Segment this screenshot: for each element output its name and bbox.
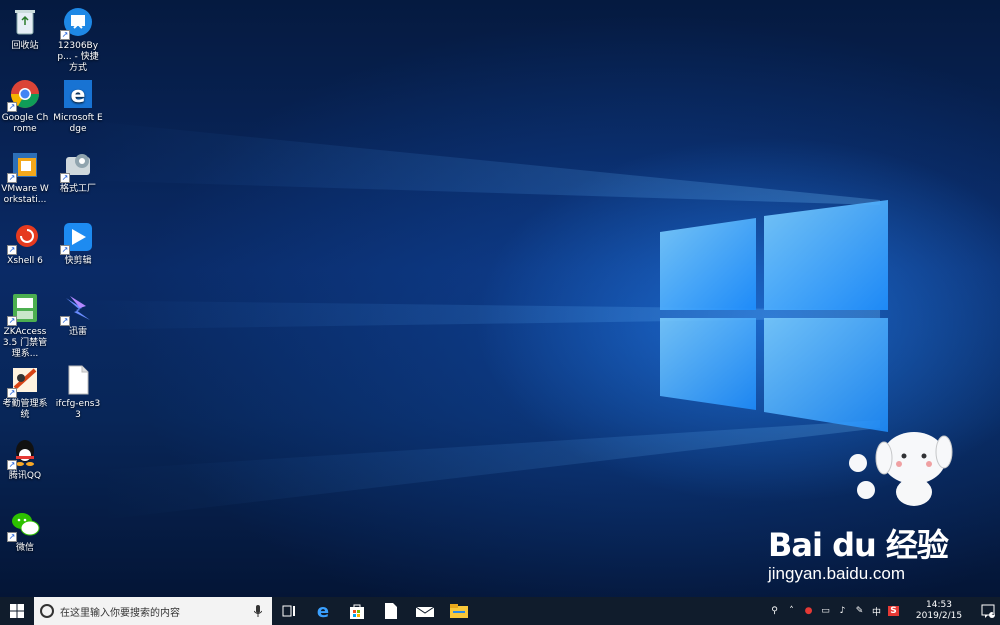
desktop-icon-chrome[interactable]: ↗ Google Chrome <box>0 78 50 135</box>
desktop-icon-format-factory[interactable]: ↗ 格式工厂 <box>53 149 103 195</box>
desktop-icon-kuaijianji[interactable]: ↗ 快剪辑 <box>53 221 103 267</box>
qq-icon: ↗ <box>7 436 41 470</box>
input-method-indicator[interactable]: 中 <box>868 597 885 625</box>
thunder-icon: ↗ <box>60 292 94 326</box>
file-explorer-icon <box>450 604 468 618</box>
recycle-bin-icon <box>9 6 41 38</box>
desktop-icon-ifcfg[interactable]: ifcfg-ens33 <box>53 364 103 421</box>
taskbar-mail[interactable] <box>408 597 442 625</box>
attendance-icon: ↗ <box>7 364 41 398</box>
notification-count: 1 <box>991 610 995 617</box>
zkaccess-icon: ↗ <box>7 292 41 326</box>
baidu-jingyan-watermark: Bai du 经验 jingyan.baidu.com <box>768 520 988 597</box>
taskbar-edge[interactable]: e <box>306 597 340 625</box>
dog-sticker <box>849 432 953 506</box>
clock-date: 2019/2/15 <box>915 611 963 621</box>
people-icon[interactable]: ⚲ <box>766 597 783 625</box>
taskbar: 在这里输入你要搜索的内容 e ⚲ ˄ ● ▭ ♪ ✎ 中 S 14:53 201… <box>0 597 1000 625</box>
taskbar-file[interactable] <box>374 597 408 625</box>
store-icon <box>350 604 364 619</box>
12306bypass-icon: ↗ <box>60 6 94 40</box>
clock[interactable]: 14:53 2019/2/15 <box>908 600 970 622</box>
desktop-icon-attendance[interactable]: ↗ 考勤管理系统 <box>0 364 50 421</box>
watermark-url: jingyan.baidu.com <box>768 564 906 583</box>
microphone-icon[interactable] <box>254 605 262 617</box>
system-tray: ⚲ ˄ ● ▭ ♪ ✎ 中 S 14:53 2019/2/15 1 <box>766 597 1000 625</box>
chrome-icon: ↗ <box>7 78 41 112</box>
file-icon <box>62 364 94 396</box>
file-icon <box>385 603 397 619</box>
edge-icon: e <box>62 78 94 110</box>
xshell-icon: ↗ <box>7 221 41 255</box>
task-view-icon <box>282 605 295 617</box>
desktop-icon-zkaccess[interactable]: ↗ ZKAccess3.5 门禁管理系... <box>0 292 50 360</box>
task-view-button[interactable] <box>272 597 306 625</box>
cortana-icon <box>40 604 54 618</box>
taskbar-search-box[interactable]: 在这里输入你要搜索的内容 <box>34 597 272 625</box>
start-button[interactable] <box>0 597 34 625</box>
search-placeholder: 在这里输入你要搜索的内容 <box>60 607 180 619</box>
chevron-up-icon[interactable]: ˄ <box>783 597 800 625</box>
desktop-icon-wechat[interactable]: ↗ 微信 <box>0 508 50 554</box>
desktop-icon-edge[interactable]: e Microsoft Edge <box>53 78 103 135</box>
watermark-logo: Bai du 经验 <box>768 526 949 564</box>
desktop-icon-12306bypass[interactable]: ↗ 12306Byp... - 快捷方式 <box>53 6 103 74</box>
desktop-icon-vmware[interactable]: ↗ VMware Workstati... <box>0 149 50 206</box>
clock-time: 14:53 <box>926 600 952 610</box>
pen-icon[interactable]: ✎ <box>851 597 868 625</box>
mail-icon <box>416 606 434 617</box>
desktop-icon-xshell[interactable]: ↗ Xshell 6 <box>0 221 50 267</box>
vmware-icon: ↗ <box>7 149 41 183</box>
action-center-button[interactable]: 1 <box>976 597 1000 625</box>
svg-text:e: e <box>317 602 329 620</box>
sogou-ime-icon[interactable]: S <box>885 597 902 625</box>
antivirus-tray-icon[interactable]: ● <box>800 597 817 625</box>
windows-logo-wallpaper <box>60 120 953 520</box>
windows-icon <box>10 604 24 618</box>
desktop-icon-recycle-bin[interactable]: 回收站 <box>0 6 50 52</box>
network-icon[interactable]: ▭ <box>817 597 834 625</box>
kuaijianji-icon: ↗ <box>60 221 94 255</box>
volume-icon[interactable]: ♪ <box>834 597 851 625</box>
desktop[interactable]: 回收站 ↗ Google Chrome ↗ VMware Workstati..… <box>0 0 1000 597</box>
taskbar-store[interactable] <box>340 597 374 625</box>
taskbar-file-explorer[interactable] <box>442 597 476 625</box>
format-factory-icon: ↗ <box>60 149 94 183</box>
edge-icon: e <box>317 602 329 620</box>
desktop-icon-thunder[interactable]: ↗ 迅雷 <box>53 292 103 338</box>
desktop-icon-qq[interactable]: ↗ 腾讯QQ <box>0 436 50 482</box>
svg-text:e: e <box>71 83 86 108</box>
wechat-icon: ↗ <box>7 508 41 542</box>
